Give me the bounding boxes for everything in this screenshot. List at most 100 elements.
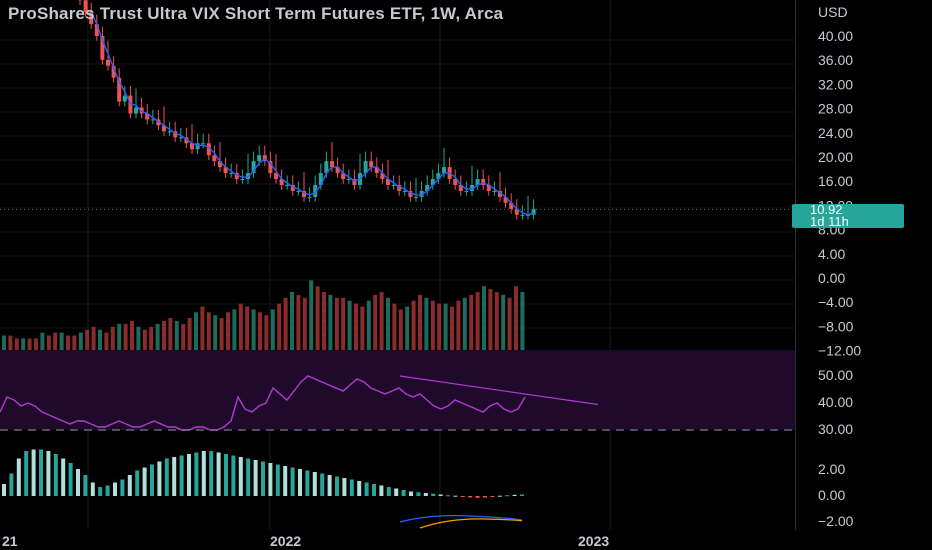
candle-body bbox=[229, 173, 234, 175]
histogram-bar bbox=[83, 475, 88, 496]
oscillator-axis-label: −2.00 bbox=[818, 513, 854, 529]
histogram-bar bbox=[201, 451, 206, 496]
volume-bar bbox=[418, 294, 422, 350]
volume-bar bbox=[219, 318, 224, 350]
candle-body bbox=[201, 143, 206, 145]
candle-body bbox=[240, 179, 245, 181]
oscillator-axis-label: 2.00 bbox=[818, 461, 845, 477]
histogram-bar bbox=[305, 470, 310, 496]
histogram-bar bbox=[490, 496, 495, 497]
volume-bar bbox=[104, 332, 109, 350]
candle-body bbox=[330, 161, 334, 168]
volume-bar bbox=[520, 292, 525, 350]
volume-bar bbox=[226, 312, 230, 350]
rsi-axis-label: 50.00 bbox=[818, 367, 853, 383]
volume-bar bbox=[136, 326, 141, 350]
histogram-bar bbox=[320, 473, 325, 496]
volume-bar bbox=[264, 315, 269, 350]
volume-bar bbox=[27, 338, 32, 350]
price-axis-label: 16.00 bbox=[818, 173, 853, 189]
volume-bar bbox=[130, 321, 134, 350]
price-axis-label: −4.00 bbox=[818, 294, 854, 310]
histogram-bar bbox=[120, 479, 125, 496]
candle-body bbox=[106, 59, 110, 66]
histogram-bar bbox=[135, 470, 140, 496]
histogram-bar bbox=[357, 481, 362, 496]
candle-body bbox=[391, 185, 396, 186]
histogram-bar bbox=[179, 455, 184, 496]
histogram-bar bbox=[187, 454, 191, 496]
volume-bar bbox=[283, 297, 288, 350]
candle-body bbox=[369, 161, 374, 168]
volume-bar bbox=[341, 297, 346, 350]
volume-bar bbox=[514, 286, 518, 350]
volume-bar bbox=[398, 309, 403, 350]
volume-bar bbox=[450, 306, 454, 350]
volume-bar bbox=[302, 297, 307, 350]
histogram-bar bbox=[372, 484, 376, 496]
histogram-bar bbox=[113, 482, 117, 496]
volume-bar bbox=[174, 321, 179, 350]
price-axis[interactable]: 40.0036.0032.0028.0024.0020.0016.0012.00… bbox=[818, 28, 861, 359]
time-axis-label: 21 bbox=[2, 533, 18, 549]
histogram-bar bbox=[423, 493, 428, 496]
oscillator-histogram bbox=[2, 449, 524, 498]
volume-bar bbox=[494, 292, 499, 350]
histogram-bar bbox=[386, 487, 391, 496]
chart-canvas[interactable]: 40.0036.0032.0028.0024.0020.0016.0012.00… bbox=[0, 0, 932, 550]
indicator-axis[interactable]: 50.00 40.00 30.00 2.00 0.00 −2.00 bbox=[818, 367, 854, 529]
rsi-band bbox=[0, 350, 795, 430]
volume-bar bbox=[194, 312, 198, 350]
volume-bar bbox=[213, 315, 218, 350]
histogram-bar bbox=[364, 482, 369, 496]
histogram-bar bbox=[446, 495, 450, 497]
volume-bar bbox=[78, 332, 83, 350]
oscillator-lines bbox=[399, 515, 523, 529]
volume-bar bbox=[232, 309, 237, 350]
volume-bar bbox=[110, 326, 115, 350]
volume-bar bbox=[277, 303, 282, 350]
volume-bar bbox=[290, 292, 294, 350]
candle-body bbox=[296, 190, 301, 192]
volume-bar bbox=[149, 326, 154, 350]
volume-bar bbox=[373, 294, 378, 350]
histogram-bar bbox=[127, 475, 132, 496]
time-axis[interactable]: 21 2022 2023 bbox=[2, 533, 609, 549]
volume-bar bbox=[334, 297, 339, 350]
volume-bar bbox=[360, 306, 365, 350]
histogram-bar bbox=[475, 496, 480, 498]
volume-bar bbox=[85, 329, 90, 350]
candle-body bbox=[520, 214, 525, 216]
price-axis-label: −8.00 bbox=[818, 318, 854, 334]
candle-body bbox=[402, 190, 407, 192]
price-axis-label: 0.00 bbox=[818, 270, 845, 286]
volume-bar bbox=[2, 335, 6, 350]
volume-bar bbox=[379, 292, 384, 350]
macd-line bbox=[399, 515, 523, 523]
histogram-bar bbox=[327, 475, 332, 496]
volume-bar bbox=[507, 297, 512, 350]
histogram-bar bbox=[142, 467, 147, 496]
price-axis-label: 36.00 bbox=[818, 52, 853, 68]
volume-bar bbox=[270, 309, 275, 350]
candlestick-series bbox=[78, 0, 536, 220]
volume-bar bbox=[142, 329, 147, 350]
volume-bar bbox=[14, 338, 19, 350]
histogram-bar bbox=[39, 449, 43, 496]
histogram-bar bbox=[342, 478, 347, 496]
histogram-bar bbox=[9, 473, 14, 496]
volume-bar bbox=[392, 303, 397, 350]
histogram-bar bbox=[261, 461, 265, 496]
histogram-bar bbox=[238, 457, 243, 496]
volume-bar bbox=[488, 289, 493, 350]
volume-bar bbox=[162, 321, 166, 350]
volume-bar bbox=[155, 323, 160, 350]
volume-bar bbox=[91, 326, 96, 350]
volume-bar bbox=[309, 280, 314, 350]
volume-bar bbox=[46, 335, 51, 350]
price-axis-label: 20.00 bbox=[818, 149, 853, 165]
candle-body bbox=[442, 167, 446, 174]
volume-bar bbox=[123, 323, 128, 350]
volume-bar bbox=[40, 332, 45, 350]
histogram-bar bbox=[268, 463, 273, 496]
